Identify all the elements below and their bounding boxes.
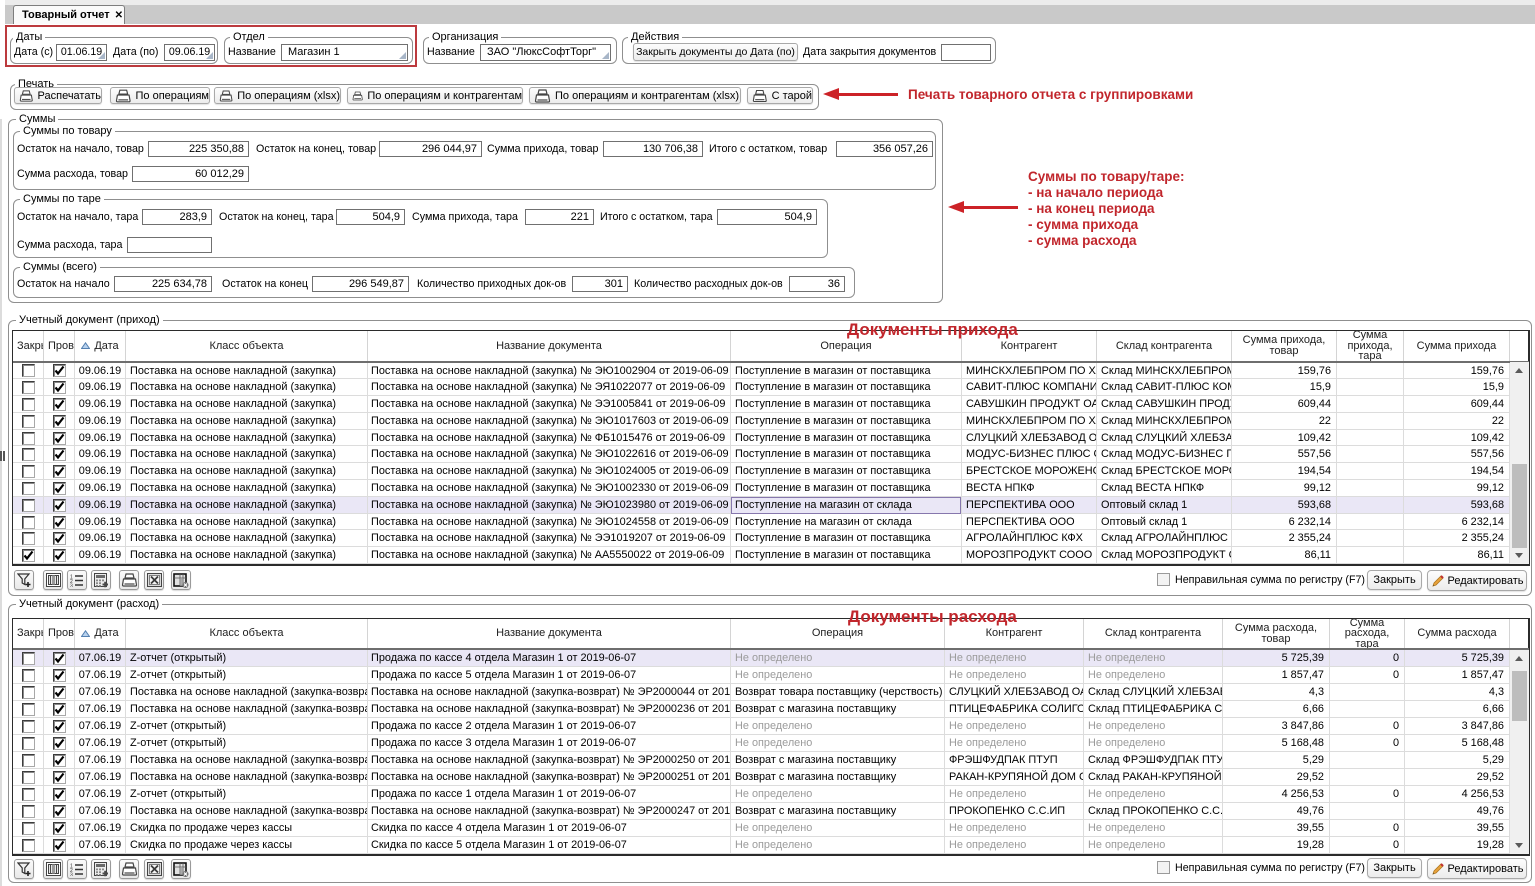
svg-text:3: 3: [70, 872, 73, 876]
svg-text:3: 3: [70, 583, 73, 587]
